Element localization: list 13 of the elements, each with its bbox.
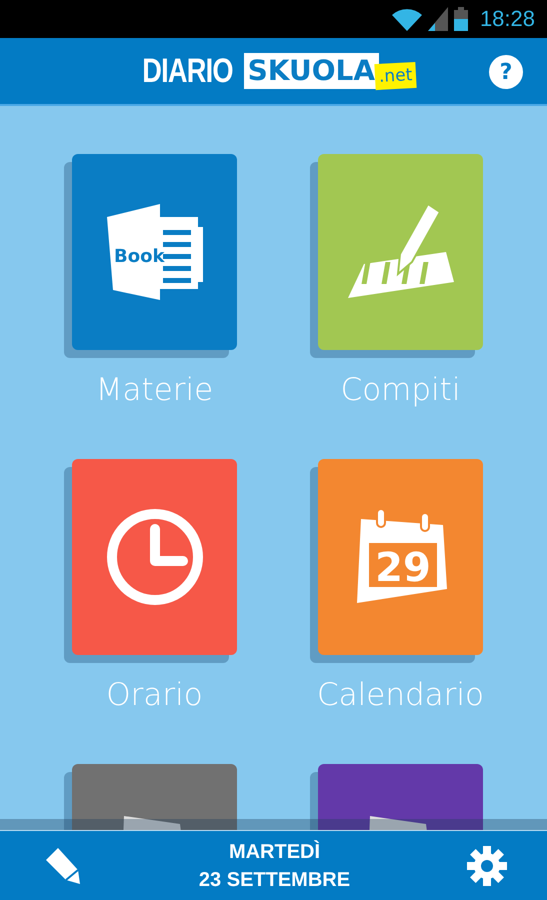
help-button[interactable]: ? bbox=[489, 55, 523, 89]
logo-word: DIARIO bbox=[142, 52, 232, 90]
logo-suffix: .net bbox=[374, 62, 417, 90]
section-tile[interactable]: 29 bbox=[318, 459, 483, 655]
tile-label: Calendario bbox=[317, 677, 484, 713]
tile-label: Materie bbox=[96, 372, 214, 408]
section-tile[interactable]: Book bbox=[72, 154, 237, 350]
logo-brand: SKUOLA bbox=[244, 53, 380, 89]
status-time: 18:28 bbox=[480, 6, 535, 32]
tile-label: Compiti bbox=[340, 372, 460, 408]
date-text: 23 SETTEMBRE bbox=[198, 868, 350, 892]
tile-label: Orario bbox=[106, 677, 203, 713]
date-day: MARTEDÌ bbox=[228, 838, 320, 866]
